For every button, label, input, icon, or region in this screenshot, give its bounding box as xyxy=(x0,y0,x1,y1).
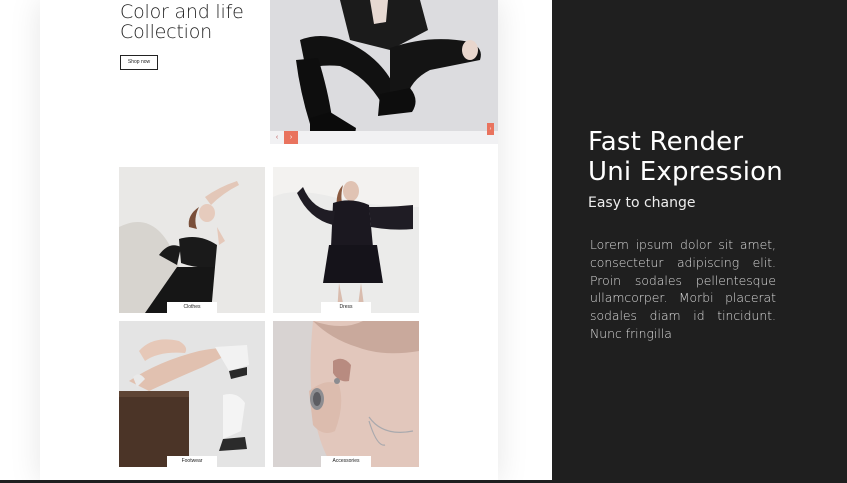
preview-stage: Color and life Collection Shop now ‹ › ›… xyxy=(0,0,552,483)
website-mockup: Color and life Collection Shop now ‹ › ›… xyxy=(40,0,498,483)
shop-now-button[interactable]: Shop now xyxy=(120,55,158,70)
footwear-photo xyxy=(119,321,265,467)
card-label-clothes: Clothes xyxy=(167,302,217,313)
feature-panel: Fast Render Uni Expression Easy to chang… xyxy=(552,0,847,483)
card-label-accessories: Accessories xyxy=(321,456,371,467)
panel-subtitle: Easy to change xyxy=(588,195,696,211)
hero-slider-controls: ‹ › xyxy=(270,131,298,144)
category-card-accessories[interactable]: Accessories xyxy=(273,321,419,467)
panel-title: Fast Render Uni Expression xyxy=(588,127,783,187)
category-card-clothes[interactable]: Clothes xyxy=(119,167,265,313)
slider-next-arrow-icon[interactable]: › xyxy=(284,131,298,144)
hero-model-illustration xyxy=(270,0,498,144)
slider-prev-arrow-icon[interactable]: ‹ xyxy=(270,131,284,144)
hero-title: Color and life Collection xyxy=(120,1,244,43)
category-card-footwear[interactable]: Footwear xyxy=(119,321,265,467)
clothes-photo xyxy=(119,167,265,313)
hero-image: ‹ › › xyxy=(270,0,498,144)
category-card-dress[interactable]: Dress xyxy=(273,167,419,313)
panel-description: Lorem ipsum dolor sit amet, consectetur … xyxy=(590,237,776,341)
side-scroll-tab[interactable]: › xyxy=(487,123,494,135)
accessories-photo xyxy=(273,321,419,467)
dress-photo xyxy=(273,167,419,313)
card-label-footwear: Footwear xyxy=(167,456,217,467)
card-label-dress: Dress xyxy=(321,302,371,313)
